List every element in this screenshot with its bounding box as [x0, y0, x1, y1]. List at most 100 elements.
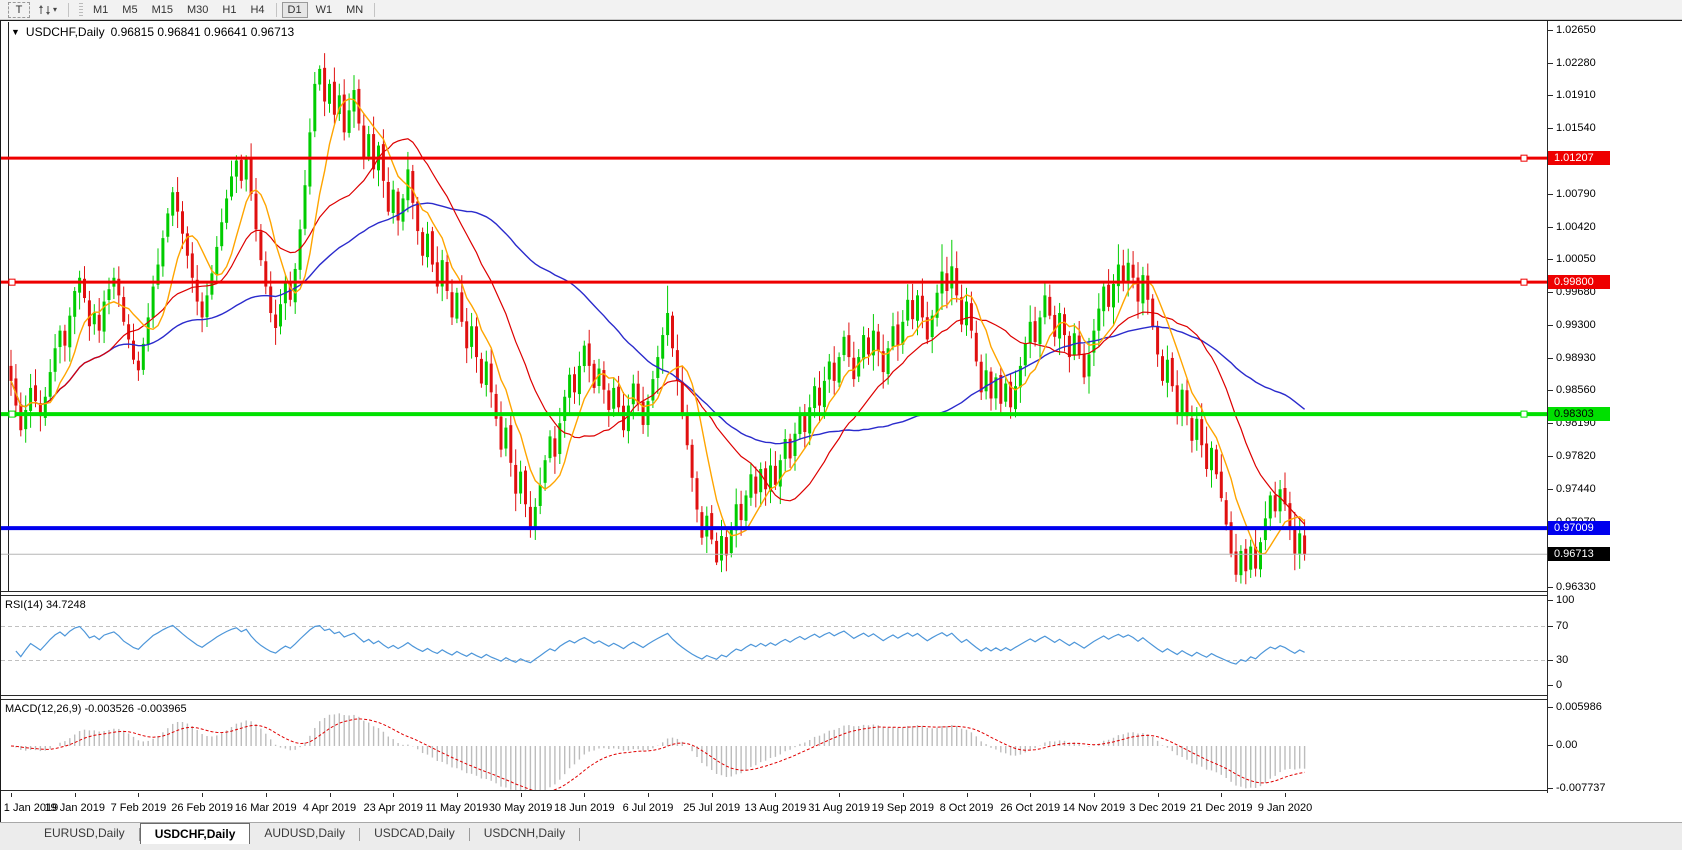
date-label: 21 Dec 2019 [1190, 802, 1252, 814]
date-tick [521, 793, 522, 797]
text-cursor-button[interactable]: T [8, 2, 30, 18]
price-tick: 1.01540 [1556, 122, 1676, 134]
date-label: 23 Apr 2019 [364, 802, 423, 814]
date-label: 18 Jun 2019 [554, 802, 615, 814]
price-line-badge: 0.98303 [1548, 407, 1610, 421]
timeframe-m30-button[interactable]: M30 [181, 2, 214, 18]
rsi-indicator-title: RSI(14) 34.7248 [5, 599, 86, 611]
price-axis[interactable]: 1.026501.022801.019101.015401.011601.007… [1547, 21, 1682, 793]
timeframe-m1-button[interactable]: M1 [87, 2, 114, 18]
toolbar-separator [276, 3, 277, 17]
date-tick [330, 793, 331, 797]
tab-usdcnh[interactable]: USDCNH,Daily [470, 823, 579, 844]
price-tick: 1.01910 [1556, 89, 1676, 101]
price-tick: 70 [1556, 620, 1676, 632]
date-tick [75, 793, 76, 797]
date-label: 14 Nov 2019 [1063, 802, 1125, 814]
macd-panel[interactable] [1, 699, 1547, 791]
date-label: 26 Feb 2019 [171, 802, 233, 814]
price-tick: 0.005986 [1556, 701, 1676, 713]
date-label: 11 May 2019 [425, 802, 488, 814]
timeframe-m5-button[interactable]: M5 [116, 2, 143, 18]
chart-window: ▼ USDCHF,Daily 0.96815 0.96841 0.96641 0… [0, 20, 1682, 822]
timeframe-d1-button[interactable]: D1 [282, 2, 308, 18]
symbol-dropdown-icon[interactable]: ▼ [11, 27, 20, 37]
macd-indicator-title: MACD(12,26,9) -0.003526 -0.003965 [5, 703, 187, 715]
date-label: 19 Jan 2019 [44, 802, 105, 814]
mt4-workspace: T ▾ M1 M5 M15 M30 H1 H4 D1 W1 MN ▼ USDCH… [0, 0, 1682, 850]
price-tick: 30 [1556, 654, 1676, 666]
timeframe-h1-button[interactable]: H1 [216, 2, 242, 18]
tab-usdchf[interactable]: USDCHF,Daily [140, 823, 251, 844]
date-label: 16 Mar 2019 [235, 802, 297, 814]
toolbar-grip[interactable] [79, 3, 83, 17]
arrange-charts-button[interactable]: ▾ [32, 2, 63, 18]
arrows-icon [38, 4, 51, 16]
date-tick [584, 793, 585, 797]
date-tick [1094, 793, 1095, 797]
date-tick [1221, 793, 1222, 797]
main-chart[interactable] [1, 22, 1547, 592]
date-label: 13 Aug 2019 [744, 802, 806, 814]
date-label: 25 Jul 2019 [683, 802, 740, 814]
date-label: 31 Aug 2019 [808, 802, 870, 814]
price-tick: 0.00 [1556, 739, 1676, 751]
price-tick: 0 [1556, 679, 1676, 691]
date-axis[interactable]: 1 Jan 201919 Jan 20197 Feb 201926 Feb 20… [1, 793, 1682, 823]
price-tick: 0.96330 [1556, 581, 1676, 593]
chevron-down-icon: ▾ [53, 5, 57, 14]
chart-title: ▼ USDCHF,Daily 0.96815 0.96841 0.96641 0… [11, 25, 294, 39]
chart-ohlc-quotes: 0.96815 0.96841 0.96641 0.96713 [111, 25, 295, 39]
toolbar-separator [68, 3, 69, 17]
date-tick [393, 793, 394, 797]
timeframe-h4-button[interactable]: H4 [244, 2, 270, 18]
date-tick [138, 793, 139, 797]
date-label: 9 Jan 2020 [1258, 802, 1312, 814]
price-tick: 1.02280 [1556, 57, 1676, 69]
price-tick: 0.99300 [1556, 319, 1676, 331]
price-line-badge: 1.01207 [1548, 151, 1610, 165]
date-tick [839, 793, 840, 797]
date-label: 8 Oct 2019 [940, 802, 994, 814]
price-tick: 0.97440 [1556, 483, 1676, 495]
date-label: 30 May 2019 [489, 802, 553, 814]
price-line-badge: 0.99800 [1548, 275, 1610, 289]
tab-audusd[interactable]: AUDUSD,Daily [250, 823, 359, 844]
timeframe-mn-button[interactable]: MN [340, 2, 369, 18]
price-tick: 1.00790 [1556, 188, 1676, 200]
timeframe-m15-button[interactable]: M15 [146, 2, 179, 18]
date-label: 3 Dec 2019 [1129, 802, 1185, 814]
price-tick: 100 [1556, 594, 1676, 606]
chart-symbol-label: USDCHF,Daily [26, 25, 105, 39]
price-tick: 1.00420 [1556, 221, 1676, 233]
date-tick [967, 793, 968, 797]
tab-separator [579, 828, 580, 841]
chart-tab-bar: EURUSD,Daily USDCHF,Daily AUDUSD,Daily U… [0, 822, 1682, 850]
price-line-badge: 0.97009 [1548, 521, 1610, 535]
date-tick [648, 793, 649, 797]
date-label: 7 Feb 2019 [111, 802, 167, 814]
tab-usdcad[interactable]: USDCAD,Daily [360, 823, 469, 844]
price-tick: 1.00050 [1556, 253, 1676, 265]
date-tick [903, 793, 904, 797]
date-tick [202, 793, 203, 797]
date-label: 4 Apr 2019 [303, 802, 356, 814]
toolbar-separator [374, 3, 375, 17]
date-tick [1030, 793, 1031, 797]
price-tick: 1.02650 [1556, 24, 1676, 36]
rsi-panel[interactable] [1, 595, 1547, 696]
timeframe-w1-button[interactable]: W1 [310, 2, 339, 18]
date-tick [1158, 793, 1159, 797]
date-tick [457, 793, 458, 797]
date-label: 26 Oct 2019 [1000, 802, 1060, 814]
price-tick: 0.98560 [1556, 384, 1676, 396]
price-tick: 0.98930 [1556, 352, 1676, 364]
date-label: 19 Sep 2019 [872, 802, 934, 814]
date-label: 6 Jul 2019 [623, 802, 674, 814]
date-tick [712, 793, 713, 797]
top-toolbar: T ▾ M1 M5 M15 M30 H1 H4 D1 W1 MN [0, 0, 1682, 20]
tab-eurusd[interactable]: EURUSD,Daily [30, 823, 139, 844]
date-tick [266, 793, 267, 797]
price-line-badge: 0.96713 [1548, 547, 1610, 561]
price-tick: 0.97820 [1556, 450, 1676, 462]
